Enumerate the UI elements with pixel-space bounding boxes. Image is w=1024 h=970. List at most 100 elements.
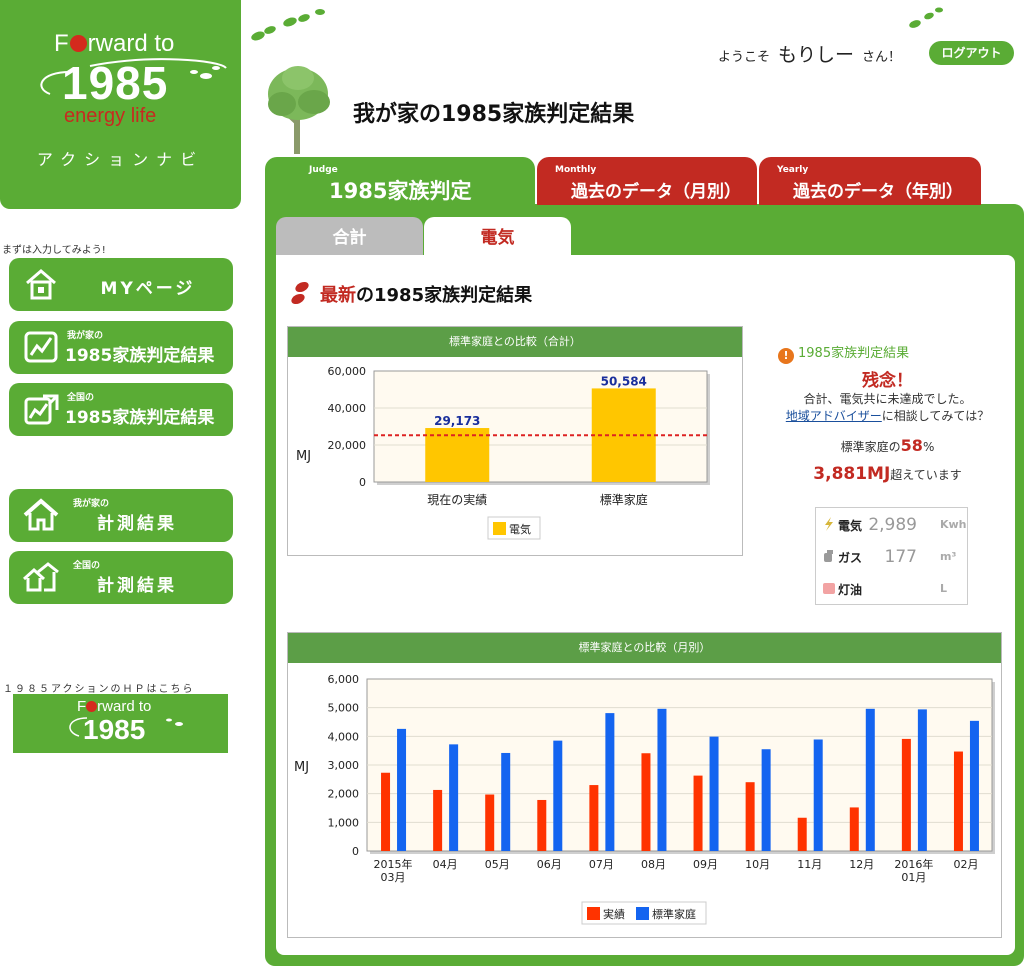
data-label: 50,584 bbox=[601, 374, 647, 388]
bar-standard bbox=[761, 749, 771, 851]
x-tick-label: 11月 bbox=[797, 858, 822, 871]
app-logo[interactable]: Frward to 1985 energy life アクションナビ bbox=[0, 0, 241, 209]
tab-monthly[interactable]: Monthly 過去のデータ（月別） bbox=[537, 157, 757, 205]
tab-yearly[interactable]: Yearly 過去のデータ（年別） bbox=[759, 157, 981, 205]
sidebar-item-my-judge[interactable]: 我が家の 1985家族判定結果 bbox=[9, 321, 233, 374]
sidebar-item-national-measure[interactable]: 全国の 計測結果 bbox=[9, 551, 233, 604]
logo-navi: アクションナビ bbox=[36, 150, 205, 169]
plot-area bbox=[373, 370, 708, 483]
tree-icon bbox=[268, 66, 330, 154]
bar-standard bbox=[553, 740, 563, 851]
x-tick-label: 09月 bbox=[693, 858, 718, 871]
usage-row-kerosene: 灯油 L bbox=[822, 577, 961, 599]
y-tick-label: 1,000 bbox=[328, 816, 360, 829]
y-tick-label: 0 bbox=[352, 845, 359, 858]
y-tick-label: 2,000 bbox=[328, 788, 360, 801]
tab-en-label: Yearly bbox=[777, 165, 809, 175]
chart-title: 標準家庭との比較（合計） bbox=[288, 327, 742, 357]
x-tick-label: 現在の実績 bbox=[427, 492, 487, 507]
sidebar-item-small: 我が家の bbox=[67, 331, 104, 341]
x-tick-label: 10月 bbox=[745, 858, 770, 871]
bar-actual bbox=[953, 751, 963, 851]
result-main: 残念！ bbox=[862, 371, 913, 391]
subtab-electricity[interactable]: 電気 bbox=[424, 217, 571, 255]
y-axis-label: MJ bbox=[296, 449, 311, 464]
tab-label: 過去のデータ（月別） bbox=[571, 182, 741, 202]
kerosene-icon bbox=[823, 583, 835, 594]
bar-actual bbox=[589, 785, 599, 851]
chart-icon bbox=[24, 331, 58, 363]
legend-swatch bbox=[493, 522, 506, 535]
result-title-text: 1985家族判定結果 bbox=[798, 346, 910, 361]
usage-unit: m³ bbox=[940, 550, 957, 563]
x-tick-label: 2015年 bbox=[374, 857, 413, 871]
bar-standard bbox=[449, 744, 459, 851]
sidebar-item-label: MYページ bbox=[100, 279, 196, 299]
bar-standard bbox=[813, 739, 823, 851]
y-tick-label: 40,000 bbox=[328, 402, 367, 415]
bar-actual bbox=[537, 799, 547, 851]
bar-standard bbox=[917, 709, 927, 851]
bar-actual bbox=[693, 775, 703, 851]
page-title: 我が家の1985家族判定結果 bbox=[353, 102, 635, 127]
excess-value: 3,881MJ bbox=[813, 464, 891, 484]
tab-en-label: Judge bbox=[309, 165, 338, 175]
user-name: もりしー bbox=[778, 44, 855, 66]
hp-banner-link[interactable]: Frward to 1985 bbox=[13, 694, 228, 753]
chart-total-comparison: 標準家庭との比較（合計） 0 20,000 40,000 60,000 MJ 29,173… bbox=[287, 326, 743, 556]
sidebar-item-label: 1985家族判定結果 bbox=[65, 346, 215, 366]
logo-forward-f: F bbox=[54, 30, 69, 57]
x-tick-label: 06月 bbox=[537, 858, 562, 871]
advice-rest: に相談してみては？ bbox=[881, 409, 990, 423]
bar-actual bbox=[433, 789, 443, 851]
excess-suffix: 超えています bbox=[890, 468, 962, 482]
gas-icon bbox=[824, 550, 833, 562]
welcome-text: ようこそ もりしー さん！ bbox=[718, 40, 901, 67]
bar-actual bbox=[485, 794, 495, 851]
banner-red-dot-icon bbox=[86, 701, 98, 712]
logo-subtitle: energy life bbox=[64, 105, 157, 127]
usage-row-gas: ガス 177 m³ bbox=[822, 545, 961, 567]
x-tick-label: 08月 bbox=[641, 858, 666, 871]
sidebar-item-national-judge[interactable]: 全国の 1985家族判定結果 bbox=[9, 383, 233, 436]
section-title: 最新の1985家族判定結果 bbox=[320, 281, 532, 307]
legend-swatch bbox=[587, 907, 600, 920]
usage-unit: Kwh bbox=[940, 518, 967, 531]
usage-value: 2,989 bbox=[868, 515, 917, 535]
sidebar-item-mypage[interactable]: MYページ bbox=[9, 258, 233, 311]
y-tick-label: 4,000 bbox=[328, 730, 360, 743]
bar-standard bbox=[865, 708, 875, 851]
usage-label: 電気 bbox=[838, 519, 863, 533]
subtab-total[interactable]: 合計 bbox=[276, 217, 423, 255]
x-tick-label: 05月 bbox=[485, 858, 510, 871]
bar-actual bbox=[381, 772, 391, 851]
welcome-prefix: ようこそ bbox=[718, 50, 771, 65]
x-tick-label: 2016年 bbox=[894, 857, 933, 871]
advisor-link[interactable]: 地域アドバイザー bbox=[786, 409, 882, 423]
lightning-icon bbox=[825, 517, 833, 531]
bar-actual bbox=[849, 807, 859, 851]
tab-judge[interactable]: Judge 1985家族判定 bbox=[265, 157, 535, 209]
welcome-suffix: さん！ bbox=[862, 50, 902, 65]
tab-label: 1985家族判定 bbox=[329, 179, 472, 203]
hp-hint: １９８５アクションのＨＰはこちら bbox=[3, 684, 195, 695]
usage-label: 灯油 bbox=[838, 583, 863, 597]
tab-label: 過去のデータ（年別） bbox=[793, 182, 963, 202]
sidebar-item-my-measure[interactable]: 我が家の 計測結果 bbox=[9, 489, 233, 542]
chart-up-icon bbox=[24, 394, 59, 425]
logo-swoosh-icon bbox=[40, 58, 227, 95]
tab-en-label: Monthly bbox=[555, 165, 597, 175]
result-title: ! 1985家族判定結果 bbox=[778, 342, 909, 364]
data-label: 29,173 bbox=[434, 414, 480, 428]
result-excess: 3,881MJ超えています bbox=[760, 464, 1015, 484]
y-tick-label: 20,000 bbox=[328, 439, 367, 452]
y-tick-label: 0 bbox=[359, 476, 366, 489]
result-text: 合計、電気共に未達成でした。 bbox=[803, 392, 972, 406]
footprints-icon bbox=[909, 7, 943, 28]
chart-monthly-comparison: 標準家庭との比較（月別） 0 1,000 2,000 3,000 4,000 5,000 6… bbox=[287, 632, 1002, 938]
sidebar-item-label: 計測結果 bbox=[97, 514, 177, 534]
sidebar-item-small: 我が家の bbox=[73, 499, 110, 509]
section-title-rest: の1985家族判定結果 bbox=[356, 285, 533, 306]
logo-red-dot-icon bbox=[69, 35, 87, 52]
logout-button[interactable]: ログアウト bbox=[929, 41, 1014, 65]
